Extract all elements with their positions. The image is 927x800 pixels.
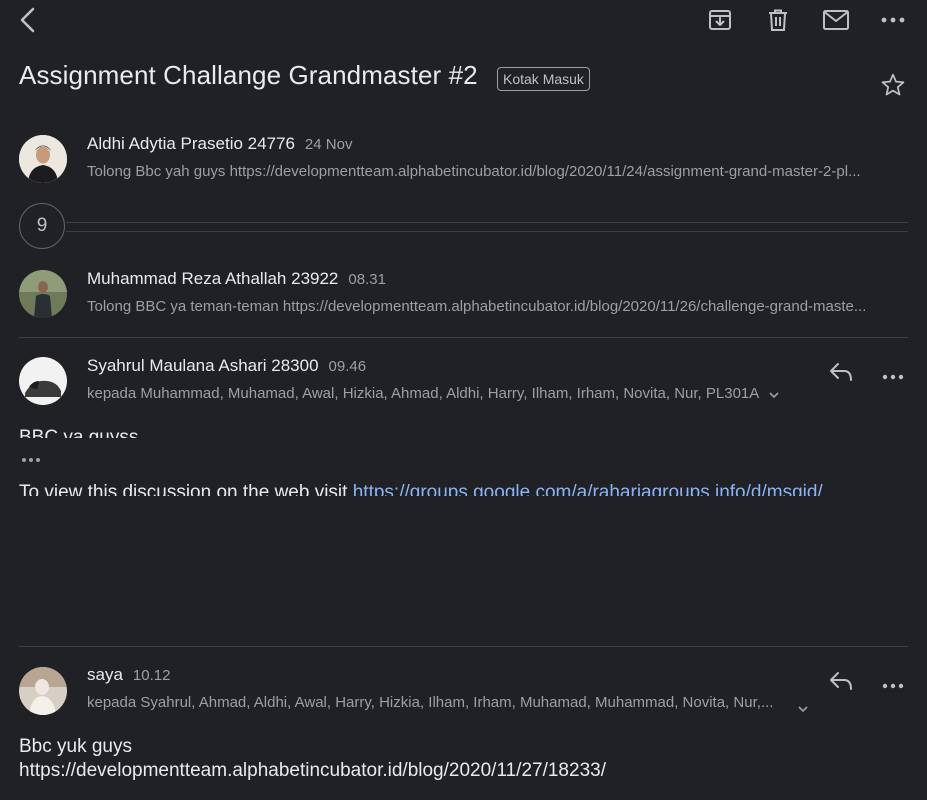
message-divider: [19, 337, 908, 338]
recipients-text: kepada Muhammad, Muhamad, Awal, Hizkia, …: [87, 385, 759, 402]
star-outline-icon[interactable]: [880, 72, 906, 103]
message-time: 10.12: [132, 667, 171, 684]
collapsed-divider: [66, 231, 908, 232]
sender-name: Syahrul Maulana Ashari 28300: [87, 356, 319, 375]
collapsed-divider: [66, 222, 908, 223]
chevron-down-icon[interactable]: [769, 386, 779, 403]
show-trimmed-content-icon[interactable]: [21, 452, 41, 470]
discussion-link[interactable]: https://groups.google.com/a/rahariagroup…: [353, 482, 823, 496]
trash-icon[interactable]: [764, 6, 792, 34]
reply-icon[interactable]: [828, 361, 854, 388]
sender-name: Aldhi Adytia Prasetio 24776: [87, 134, 295, 153]
more-horizontal-icon[interactable]: [879, 6, 907, 34]
message-time: 09.46: [328, 358, 367, 375]
message-snippet: Tolong Bbc yah guys https://developmentt…: [87, 163, 861, 180]
avatar: [19, 667, 67, 715]
avatar: [19, 270, 67, 318]
message-more-icon[interactable]: [881, 677, 905, 695]
sender-name: saya: [87, 665, 123, 684]
recipients-line[interactable]: kepada Muhammad, Muhamad, Awal, Hizkia, …: [87, 385, 779, 403]
recipients-text[interactable]: kepada Syahrul, Ahmad, Aldhi, Awal, Harr…: [87, 694, 787, 711]
message-body-text: To view this discussion on the web visit: [19, 482, 353, 496]
avatar: [19, 357, 67, 405]
sender-name: Muhammad Reza Athallah 23922: [87, 269, 339, 288]
message-snippet: Tolong BBC ya teman-teman https://develo…: [87, 298, 867, 315]
avatar: [19, 135, 67, 183]
back-icon[interactable]: [14, 6, 42, 34]
message-divider: [19, 646, 908, 647]
message-time: 08.31: [348, 271, 386, 288]
message-body-link[interactable]: https://developmentteam.alphabetincubato…: [19, 760, 606, 782]
reply-icon[interactable]: [828, 670, 854, 697]
message-body-line: BBC ya guyss: [19, 427, 139, 438]
message-body-line: Bbc yuk guys: [19, 736, 132, 757]
inbox-label-chip[interactable]: Kotak Masuk: [497, 67, 590, 91]
envelope-icon[interactable]: [820, 6, 852, 34]
collapsed-messages-count[interactable]: 9: [19, 203, 65, 249]
chevron-down-icon[interactable]: [798, 700, 808, 718]
message-time: 24 Nov: [304, 136, 353, 153]
archive-icon[interactable]: [706, 6, 734, 34]
thread-subject: Assignment Challange Grandmaster #2: [19, 60, 478, 90]
message-more-icon[interactable]: [881, 368, 905, 386]
